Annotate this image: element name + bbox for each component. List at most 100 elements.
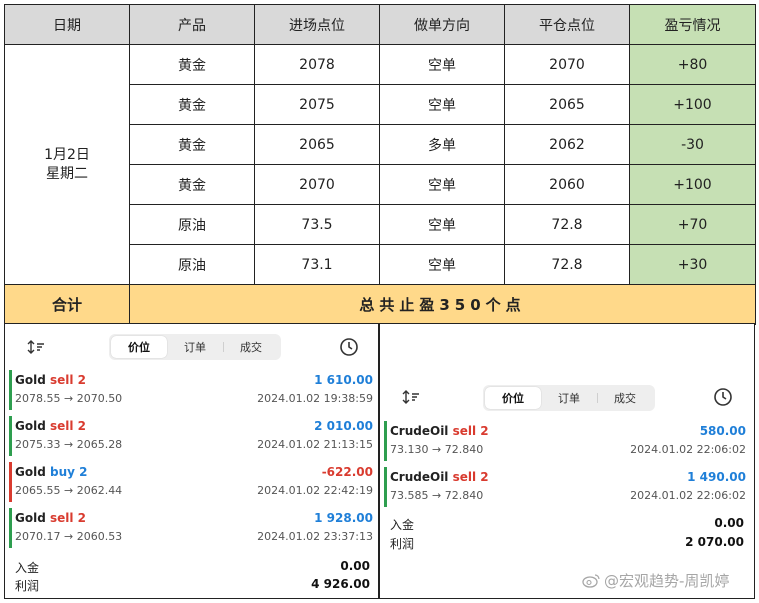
history-tabs: 价位 订单 成交 bbox=[483, 385, 655, 411]
direction-cell: 空单 bbox=[379, 244, 505, 285]
sort-icon[interactable] bbox=[402, 389, 422, 405]
trade-time: 2024.01.02 19:38:59 bbox=[257, 392, 373, 405]
trade-symbol: CrudeOil sell 2 bbox=[390, 424, 489, 438]
direction-cell: 空单 bbox=[379, 84, 505, 125]
product-cell: 原油 bbox=[129, 244, 255, 285]
header-pl: 盈亏情况 bbox=[629, 4, 756, 45]
date-cell: 1月2日 星期二 bbox=[4, 44, 130, 285]
clock-icon[interactable] bbox=[339, 337, 359, 357]
entry-cell: 2075 bbox=[254, 84, 380, 125]
tab-orders[interactable]: 订单 bbox=[541, 387, 597, 409]
tab-deals[interactable]: 成交 bbox=[223, 336, 279, 358]
total-summary: 总共止盈350个点 bbox=[129, 284, 756, 325]
pl-cell: +30 bbox=[629, 244, 756, 285]
entry-cell: 2065 bbox=[254, 124, 380, 165]
trade-row[interactable]: CrudeOil sell 2 73.130 → 72.840 580.00 2… bbox=[384, 421, 748, 461]
trade-summary-table: 日期 产品 进场点位 做单方向 平仓点位 盈亏情况 1月2日 星期二 黄金 20… bbox=[4, 4, 756, 325]
header-direction: 做单方向 bbox=[379, 4, 505, 45]
profit-bar bbox=[9, 508, 12, 548]
header-entry: 进场点位 bbox=[254, 4, 380, 45]
trade-time: 2024.01.02 22:06:02 bbox=[630, 489, 746, 502]
product-cell: 黄金 bbox=[129, 44, 255, 85]
trade-symbol: Gold sell 2 bbox=[15, 511, 86, 525]
trade-prices: 2078.55 → 2070.50 bbox=[15, 392, 123, 405]
exit-cell: 2062 bbox=[504, 124, 630, 165]
weekday-text: 星期二 bbox=[46, 165, 88, 182]
history-tabs: 价位 订单 成交 bbox=[109, 334, 281, 360]
clock-icon[interactable] bbox=[713, 387, 733, 407]
trade-symbol: CrudeOil sell 2 bbox=[390, 470, 489, 484]
direction-cell: 空单 bbox=[379, 204, 505, 245]
trade-side: sell 2 bbox=[49, 419, 87, 433]
trade-prices: 2070.17 → 2060.53 bbox=[15, 530, 123, 543]
symbol-text: Gold bbox=[15, 373, 46, 387]
direction-cell: 空单 bbox=[379, 44, 505, 85]
profit-label: 利润 bbox=[15, 579, 40, 593]
entry-cell: 2070 bbox=[254, 164, 380, 205]
trade-row[interactable]: Gold sell 2 2070.17 → 2060.53 1 928.00 2… bbox=[9, 508, 375, 548]
trade-side: sell 2 bbox=[452, 470, 489, 484]
deposit-value: 0.00 bbox=[340, 559, 370, 573]
profit-bar bbox=[9, 416, 12, 456]
trade-row[interactable]: CrudeOil sell 2 73.585 → 72.840 1 490.00… bbox=[384, 467, 748, 507]
deposit-label: 入金 bbox=[15, 561, 40, 575]
trade-symbol: Gold buy 2 bbox=[15, 465, 87, 479]
product-cell: 原油 bbox=[129, 204, 255, 245]
table-header-row: 日期 产品 进场点位 做单方向 平仓点位 盈亏情况 bbox=[4, 4, 756, 45]
profit-value: 2 070.00 bbox=[685, 535, 744, 549]
product-cell: 黄金 bbox=[129, 164, 255, 205]
trade-symbol: Gold sell 2 bbox=[15, 373, 86, 387]
profit-bar bbox=[384, 467, 387, 507]
trade-side: buy 2 bbox=[49, 465, 88, 479]
product-cell: 黄金 bbox=[129, 124, 255, 165]
trade-profit: 1 610.00 bbox=[314, 373, 373, 387]
exit-cell: 72.8 bbox=[504, 204, 630, 245]
sort-icon[interactable] bbox=[27, 339, 47, 355]
exit-cell: 2065 bbox=[504, 84, 630, 125]
tab-deals[interactable]: 成交 bbox=[597, 387, 653, 409]
exit-cell: 72.8 bbox=[504, 244, 630, 285]
trade-prices: 73.585 → 72.840 bbox=[390, 489, 484, 502]
direction-cell: 多单 bbox=[379, 124, 505, 165]
pl-cell: +70 bbox=[629, 204, 756, 245]
total-label: 合计 bbox=[4, 284, 130, 325]
entry-cell: 73.1 bbox=[254, 244, 380, 285]
trade-time: 2024.01.02 22:42:19 bbox=[257, 484, 373, 497]
symbol-text: CrudeOil bbox=[390, 424, 449, 438]
entry-cell: 2078 bbox=[254, 44, 380, 85]
tab-price[interactable]: 价位 bbox=[111, 336, 167, 358]
pl-cell: +80 bbox=[629, 44, 756, 85]
deposit-value: 0.00 bbox=[714, 516, 744, 530]
trade-time: 2024.01.02 21:13:15 bbox=[257, 438, 373, 451]
trade-prices: 73.130 → 72.840 bbox=[390, 443, 484, 456]
profit-bar bbox=[384, 421, 387, 461]
symbol-text: CrudeOil bbox=[390, 470, 449, 484]
pl-cell: -30 bbox=[629, 124, 756, 165]
trade-row[interactable]: Gold buy 2 2065.55 → 2062.44 -622.00 202… bbox=[9, 462, 375, 502]
profit-label: 利润 bbox=[390, 537, 415, 551]
table-row: 1月2日 星期二 黄金 2078 空单 2070 +80 bbox=[4, 44, 756, 285]
trade-profit: 1 928.00 bbox=[314, 511, 373, 525]
trade-symbol: Gold sell 2 bbox=[15, 419, 86, 433]
profit-value: 4 926.00 bbox=[311, 577, 370, 591]
product-cell: 黄金 bbox=[129, 84, 255, 125]
watermark-text: @宏观趋势-周凯婷 bbox=[604, 572, 730, 590]
symbol-text: Gold bbox=[15, 419, 46, 433]
header-product: 产品 bbox=[129, 4, 255, 45]
date-text: 1月2日 bbox=[44, 146, 90, 163]
direction-cell: 空单 bbox=[379, 164, 505, 205]
deposit-label: 入金 bbox=[390, 518, 415, 532]
trade-row[interactable]: Gold sell 2 2075.33 → 2065.28 2 010.00 2… bbox=[9, 416, 375, 456]
watermark: @宏观趋势-周凯婷 bbox=[582, 570, 729, 591]
trade-profit: -622.00 bbox=[321, 465, 373, 479]
weibo-icon bbox=[582, 574, 600, 588]
trade-row[interactable]: Gold sell 2 2078.55 → 2070.50 1 610.00 2… bbox=[9, 370, 375, 410]
tab-price[interactable]: 价位 bbox=[485, 387, 541, 409]
gold-history-panel: 价位 订单 成交 Gold sell 2 2078.55 → 2070.50 1… bbox=[4, 323, 379, 599]
symbol-text: Gold bbox=[15, 465, 46, 479]
tab-orders[interactable]: 订单 bbox=[167, 336, 223, 358]
trade-profit: 2 010.00 bbox=[314, 419, 373, 433]
trade-time: 2024.01.02 23:37:13 bbox=[257, 530, 373, 543]
crudeoil-history-panel: 价位 订单 成交 CrudeOil sell 2 73.130 → 72.840… bbox=[379, 323, 755, 599]
symbol-text: Gold bbox=[15, 511, 46, 525]
